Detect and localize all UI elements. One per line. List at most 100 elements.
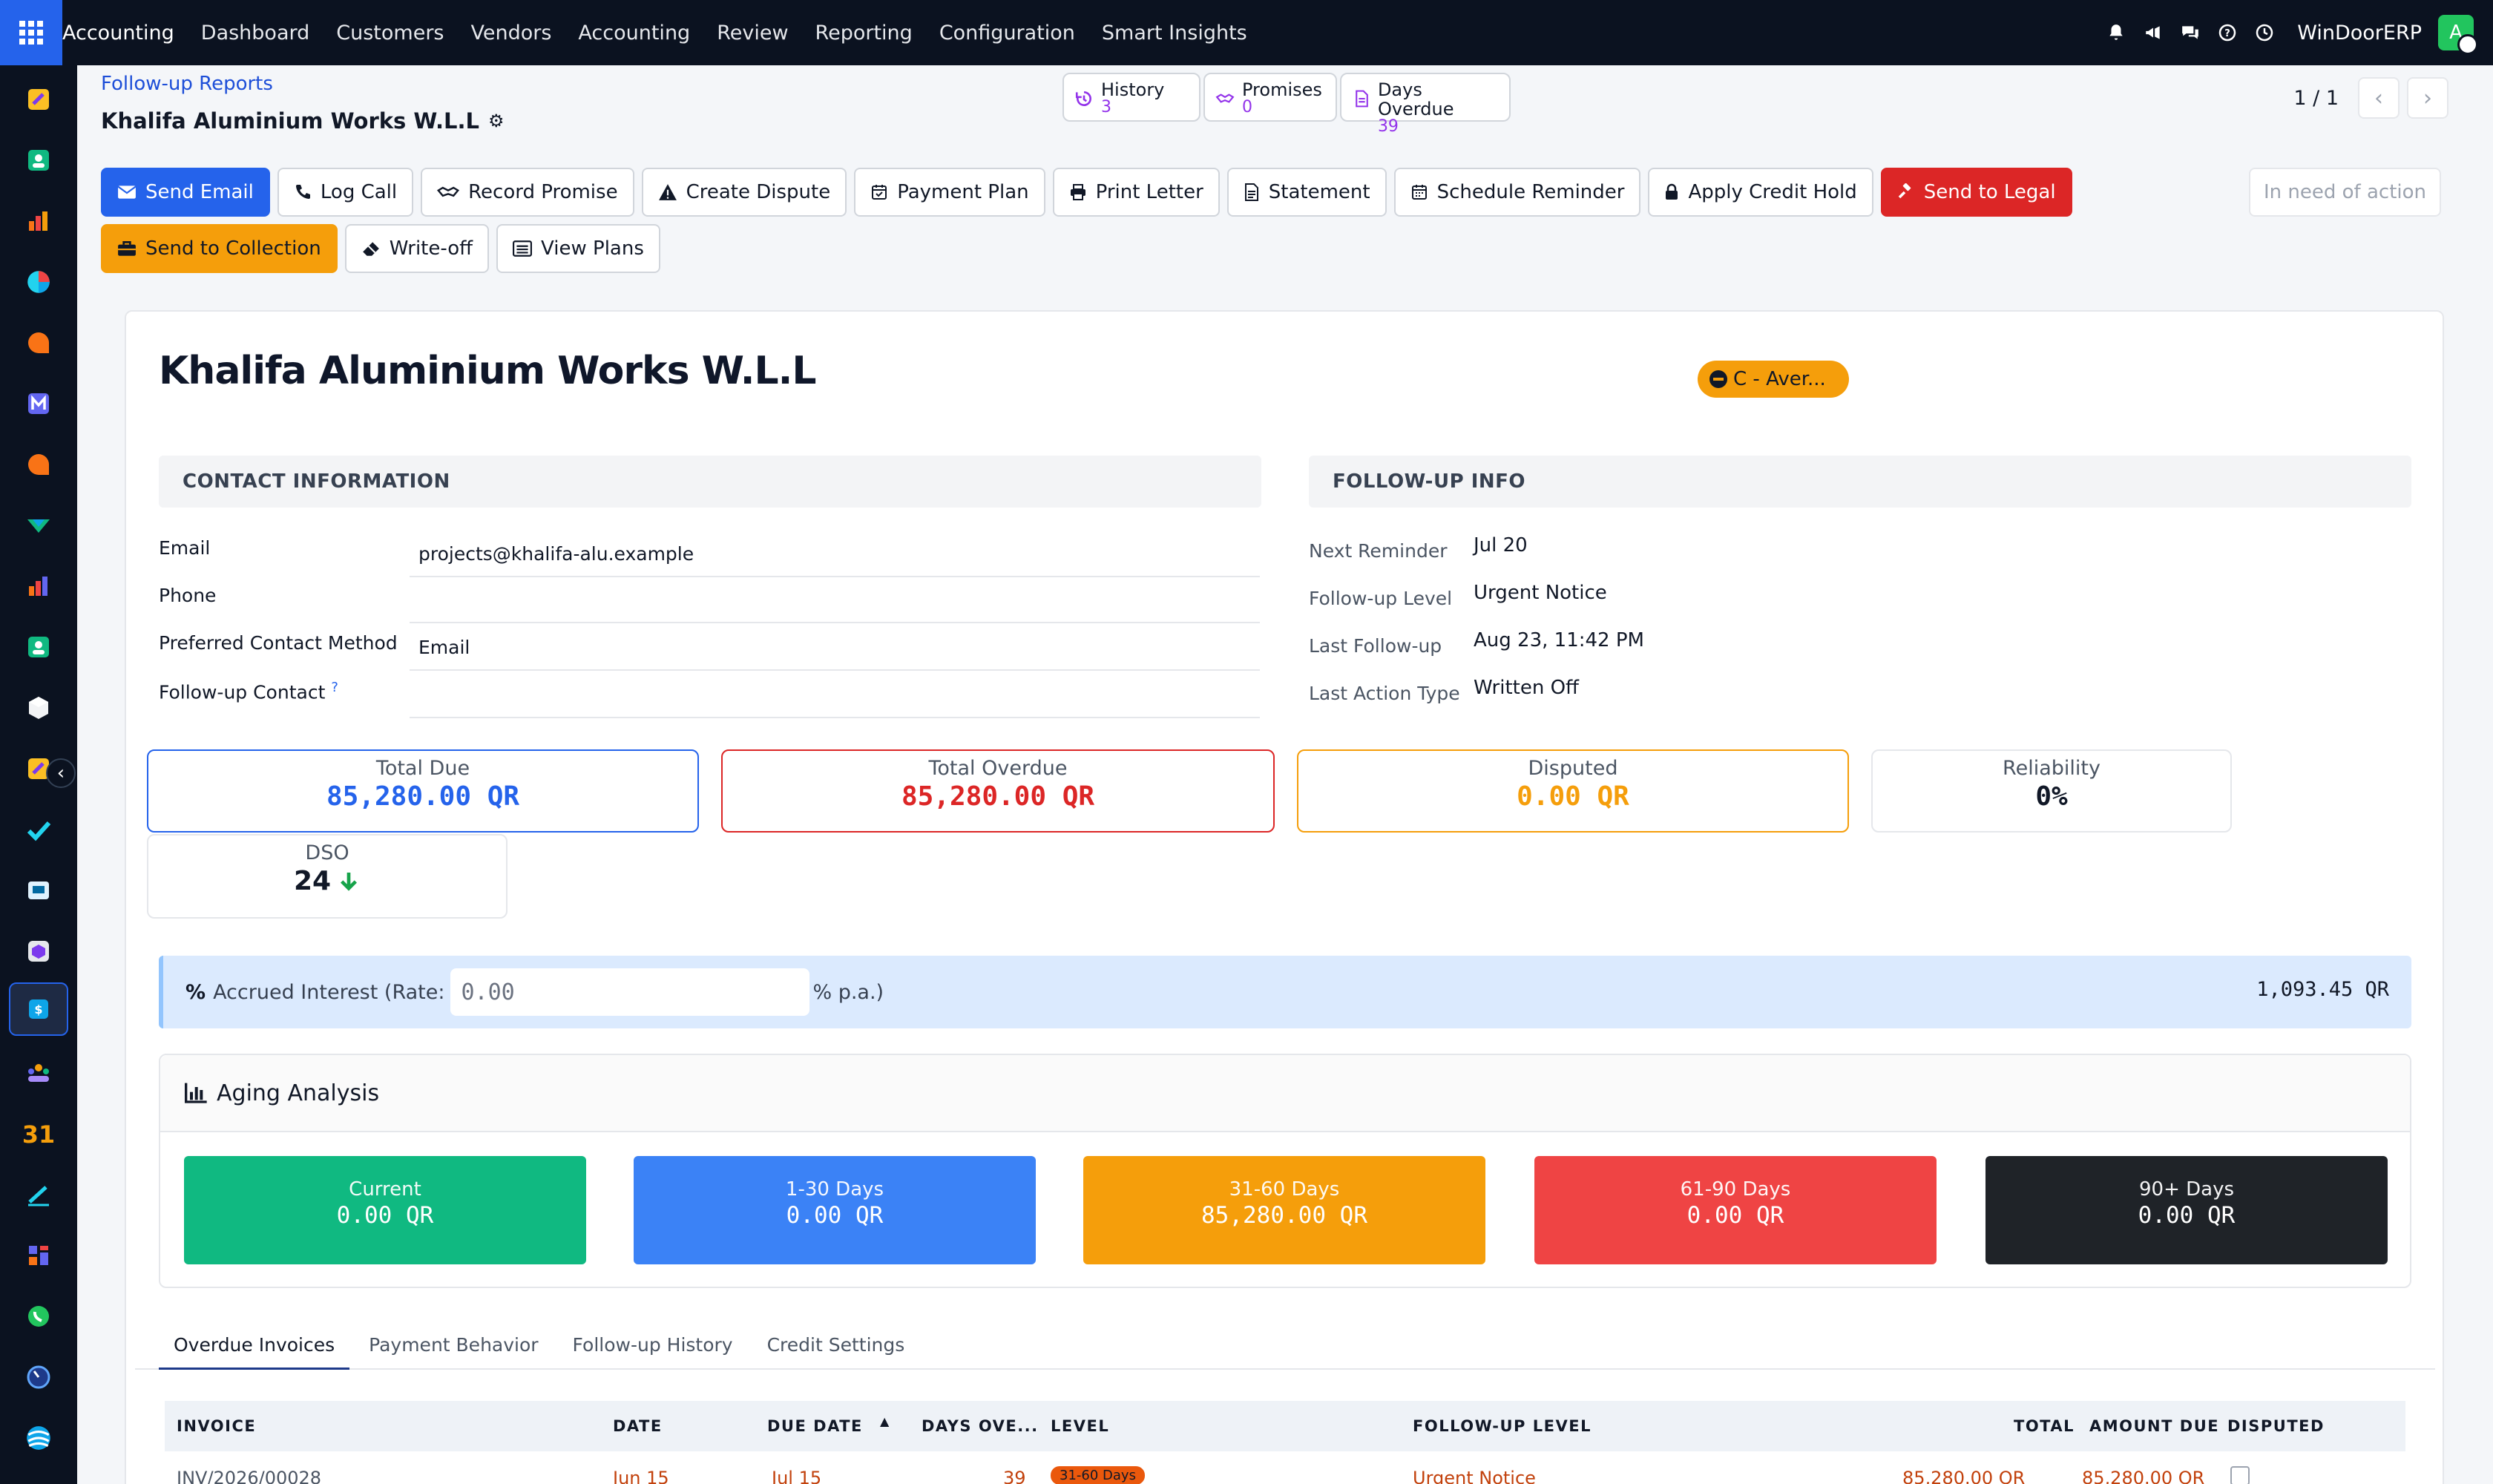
record-promise-button[interactable]: Record Promise [421,168,634,217]
days-overdue-smart-button[interactable]: Days Overdue 39 [1340,73,1511,135]
promises-smart-button[interactable]: Promises 0 [1203,73,1337,122]
history-smart-button[interactable]: History 3 [1062,73,1200,122]
help-icon[interactable]: ? [2217,22,2238,43]
sidebar-app-mail-icon[interactable] [22,387,55,420]
payment-plan-button[interactable]: Payment Plan [854,168,1045,217]
last-action-type-label: Last Action Type [1309,683,1460,704]
cell-disputed-checkbox[interactable] [2230,1466,2250,1484]
sidebar-app-inventory-icon[interactable] [22,692,55,724]
sidebar-collapse-button[interactable]: ‹ [46,758,76,788]
sidebar-app-followup-icon[interactable]: $ [9,982,68,1036]
table-row[interactable]: INV/2026/00028 Jun 15 Jul 15 39 31-60 Da… [165,1451,2405,1484]
statement-button[interactable]: Statement [1226,168,1387,217]
percent-icon: % [185,980,206,1004]
bucket-label: 90+ Days [2138,1178,2235,1201]
contact-section-heading: CONTACT INFORMATION [159,456,1261,508]
sidebar-app-reports-icon[interactable] [22,205,55,237]
tab-followup-history[interactable]: Follow-up History [573,1328,733,1370]
send-email-button[interactable]: Send Email [101,168,270,217]
log-call-button[interactable]: Log Call [277,168,414,217]
sidebar-app-calendar-icon[interactable]: 31 [22,1117,55,1150]
sidebar-app-chat-icon[interactable] [22,326,55,359]
pager-next-button[interactable]: › [2407,77,2448,119]
column-header-followup-level[interactable]: FOLLOW-UP LEVEL [1413,1417,1592,1435]
print-letter-button[interactable]: Print Letter [1052,168,1220,217]
kpi-value: 24 [293,866,332,896]
sidebar-app-whatsapp-icon[interactable] [22,1300,55,1333]
next-reminder-value: Jul 20 [1474,534,1528,556]
column-header-disputed[interactable]: DISPUTED [2227,1417,2325,1435]
nav-configuration[interactable]: Configuration [939,22,1075,45]
button-label: Record Promise [468,181,618,203]
kpi-label: DSO [305,841,349,864]
clock-icon[interactable] [2254,22,2275,43]
kpi-label: Total Due [375,757,470,780]
nav-smart-insights[interactable]: Smart Insights [1102,22,1247,45]
sidebar-app-sales-icon[interactable] [22,509,55,542]
record-title: Khalifa Aluminium Works W.L.L ⚙ [101,108,505,134]
sidebar-app-timer-icon[interactable] [22,1361,55,1393]
app-menu-button[interactable] [0,0,62,65]
nav-vendors[interactable]: Vendors [470,22,551,45]
sidebar-app-pie-icon[interactable] [22,266,55,298]
create-dispute-button[interactable]: Create Dispute [641,168,847,217]
button-label: Send to Collection [145,237,321,260]
sidebar-app-accounting-icon[interactable] [22,83,55,116]
disputed-card: Disputed 0.00 QR [1297,749,1849,833]
sidebar-app-website-icon[interactable] [22,1422,55,1454]
write-off-button[interactable]: Write-off [344,224,490,273]
tab-credit-settings[interactable]: Credit Settings [767,1328,905,1370]
phone-field[interactable] [410,577,1260,623]
nav-dashboard[interactable]: Dashboard [201,22,309,45]
column-header-amount-due[interactable]: AMOUNT DUE [2089,1417,2219,1435]
sidebar-app-tasks-icon[interactable] [22,813,55,846]
nav-accounting[interactable]: Accounting [578,22,690,45]
chat-icon[interactable] [2180,22,2201,43]
list-icon [513,240,533,257]
sidebar-app-sign-icon[interactable] [22,1178,55,1211]
bell-icon[interactable] [2106,22,2126,43]
interest-rate-input[interactable]: 0.00 [450,968,810,1016]
sidebar-app-products-icon[interactable] [22,935,55,968]
schedule-reminder-button[interactable]: Schedule Reminder [1393,168,1641,217]
sidebar-app-dashboard-icon[interactable] [22,570,55,603]
send-to-collection-button[interactable]: Send to Collection [101,224,338,273]
sidebar-app-apps-icon[interactable] [22,1239,55,1272]
sidebar-app-employees-icon[interactable] [22,631,55,663]
apply-credit-hold-button[interactable]: Apply Credit Hold [1648,168,1873,217]
preferred-contact-select[interactable]: Email [410,625,1260,671]
user-avatar[interactable]: A [2438,15,2478,55]
followup-contact-field[interactable] [410,672,1260,718]
nav-review[interactable]: Review [717,22,788,45]
cell-date: Jun 15 [613,1468,669,1484]
sidebar-app-discuss-icon[interactable] [22,448,55,481]
column-header-days-overdue[interactable]: DAYS OVE... [922,1417,1039,1435]
sidebar-app-knowledge-icon[interactable] [22,874,55,907]
column-header-date[interactable]: DATE [613,1417,663,1435]
button-label: Apply Credit Hold [1688,181,1857,203]
tab-payment-behavior[interactable]: Payment Behavior [369,1328,538,1370]
gear-icon[interactable]: ⚙ [488,111,505,131]
app-brand[interactable]: Accounting [62,22,174,45]
nav-reporting[interactable]: Reporting [815,22,913,45]
column-header-invoice[interactable]: INVOICE [177,1417,256,1435]
pager-value[interactable]: 1 / 1 [2293,87,2339,110]
tab-overdue-invoices[interactable]: Overdue Invoices [159,1328,350,1370]
pager-previous-button[interactable]: ‹ [2358,77,2400,119]
column-header-level[interactable]: LEVEL [1051,1417,1109,1435]
nav-customers[interactable]: Customers [336,22,444,45]
send-to-legal-button[interactable]: Send to Legal [1880,168,2072,217]
sidebar-app-team-icon[interactable] [22,1057,55,1089]
warning-icon [658,184,677,200]
company-switcher[interactable]: WinDoorERP [2297,22,2422,45]
smart-buttons: History 3 Promises 0 Days Overdue 39 [1062,73,1511,135]
email-field[interactable]: projects@khalifa-alu.example [410,531,1260,577]
column-header-due-date[interactable]: DUE DATE [767,1417,863,1435]
breadcrumb[interactable]: Follow-up Reports [101,73,273,95]
sidebar-app-contacts-icon[interactable] [22,144,55,177]
view-plans-button[interactable]: View Plans [496,224,660,273]
help-tooltip-icon[interactable]: ? [331,680,338,695]
briefcase-icon [118,240,136,256]
column-header-total[interactable]: TOTAL [2014,1417,2075,1435]
megaphone-icon[interactable] [2143,22,2164,43]
